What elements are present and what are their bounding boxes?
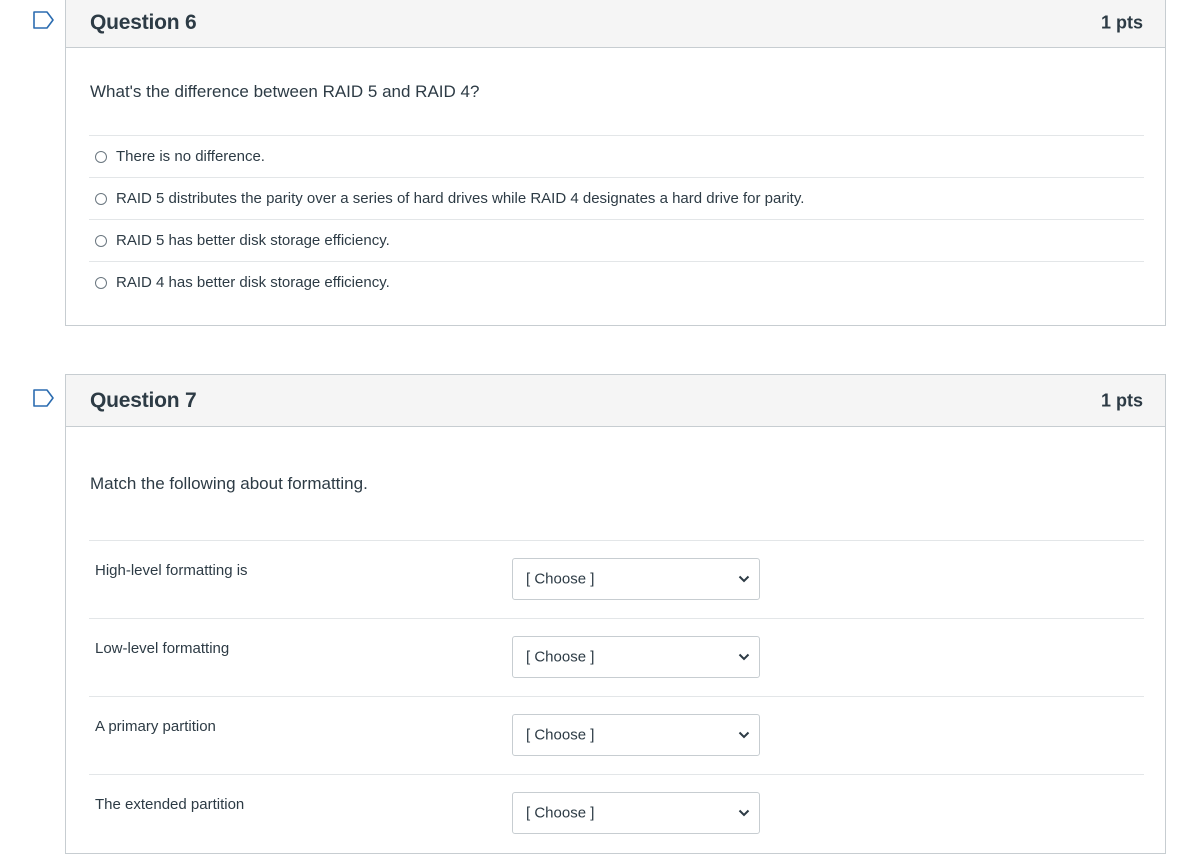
match-select[interactable]: [ Choose ] [512, 636, 760, 678]
question-title: Question 6 [90, 11, 197, 34]
question-title: Question 7 [90, 388, 197, 412]
answer-label: RAID 5 distributes the parity over a ser… [116, 190, 805, 207]
answer-option[interactable]: RAID 5 has better disk storage efficienc… [89, 219, 1144, 261]
match-list: High-level formatting is [ Choose ] Low-… [89, 540, 1144, 852]
question-prompt: Match the following about formatting. [90, 474, 368, 493]
match-row: Low-level formatting [ Choose ] [89, 618, 1144, 696]
radio-button[interactable] [95, 150, 107, 163]
match-label: A primary partition [95, 718, 216, 735]
question-7: Question 7 1 pts Match the following abo… [65, 374, 1166, 854]
flag-question-7-icon[interactable] [32, 388, 56, 408]
match-row: The extended partition [ Choose ] [89, 774, 1144, 852]
match-row: A primary partition [ Choose ] [89, 696, 1144, 774]
answer-option[interactable]: There is no difference. [89, 135, 1144, 177]
match-select[interactable]: [ Choose ] [512, 714, 760, 756]
select-value: [ Choose ] [526, 570, 595, 588]
match-select[interactable]: [ Choose ] [512, 558, 760, 600]
answer-label: There is no difference. [116, 148, 265, 165]
question-points: 1 pts [1100, 12, 1143, 33]
answer-label: RAID 5 has better disk storage efficienc… [116, 232, 390, 249]
radio-button[interactable] [95, 276, 107, 289]
radio-button[interactable] [95, 192, 107, 205]
select-value: [ Choose ] [526, 648, 595, 666]
chevron-down-icon [738, 575, 750, 583]
answer-list: There is no difference. RAID 5 distribut… [89, 135, 1144, 303]
question-6: Question 6 1 pts What's the difference b… [65, 0, 1166, 326]
select-value: [ Choose ] [526, 726, 595, 744]
chevron-down-icon [738, 809, 750, 817]
chevron-down-icon [738, 731, 750, 739]
answer-label: RAID 4 has better disk storage efficienc… [116, 274, 390, 291]
match-select[interactable]: [ Choose ] [512, 792, 760, 834]
chevron-down-icon [738, 653, 750, 661]
question-6-header: Question 6 1 pts [66, 0, 1165, 48]
flag-question-6-icon[interactable] [32, 10, 56, 30]
match-label: The extended partition [95, 796, 245, 813]
question-points: 1 pts [1100, 390, 1143, 410]
match-row: High-level formatting is [ Choose ] [89, 540, 1144, 618]
select-value: [ Choose ] [526, 804, 595, 822]
answer-option[interactable]: RAID 5 distributes the parity over a ser… [89, 177, 1144, 219]
answer-option[interactable]: RAID 4 has better disk storage efficienc… [89, 261, 1144, 303]
match-label: Low-level formatting [95, 640, 230, 657]
question-prompt: What's the difference between RAID 5 and… [90, 82, 480, 101]
match-label: High-level formatting is [95, 562, 248, 579]
radio-button[interactable] [95, 234, 107, 247]
question-7-header: Question 7 1 pts [66, 375, 1165, 427]
